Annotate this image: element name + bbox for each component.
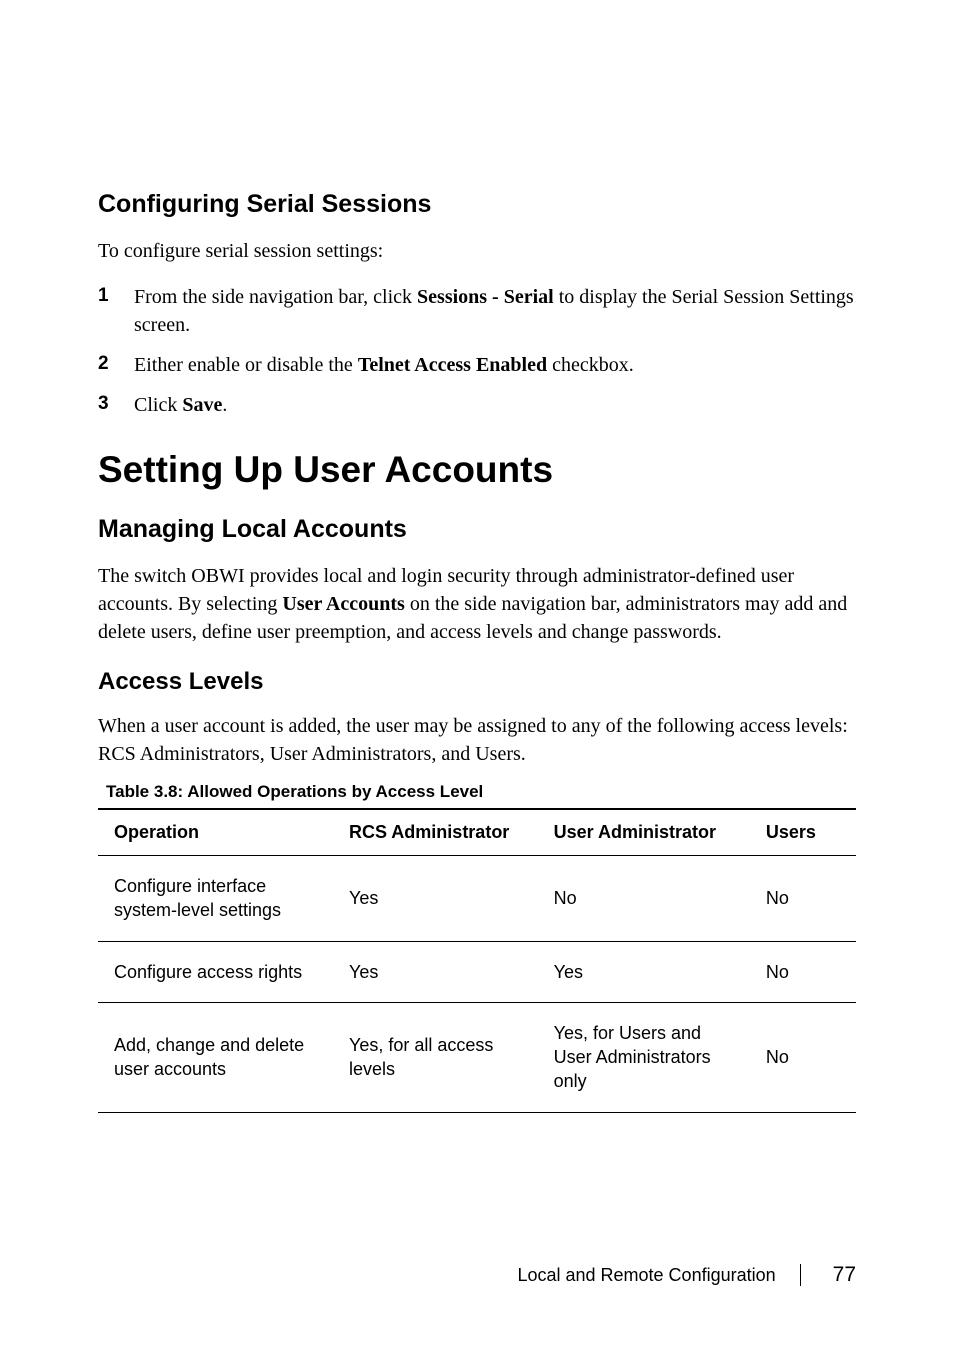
table-cell: Yes [333,856,538,942]
step-text-post: checkbox. [547,354,634,376]
step-text-bold: Save [182,394,222,416]
table-cell: No [750,941,856,1002]
footer-chapter-title: Local and Remote Configuration [517,1265,775,1286]
section-heading-managing-local-accounts: Managing Local Accounts [98,515,856,544]
step-number: 1 [98,283,134,310]
page-footer: Local and Remote Configuration 77 [517,1263,856,1287]
step-text-pre: Click [134,394,182,416]
table-caption: Table 3.8: Allowed Operations by Access … [98,782,856,802]
step-body: Either enable or disable the Telnet Acce… [134,351,856,379]
steps-list: 1 From the side navigation bar, click Se… [98,283,856,419]
main-heading: Setting Up User Accounts [98,449,856,491]
table-header-users: Users [750,809,856,856]
table-header-user-admin: User Administrator [538,809,750,856]
access-levels-paragraph: When a user account is added, the user m… [98,712,856,768]
step-text-bold: Telnet Access Enabled [358,354,547,376]
access-levels-table: Operation RCS Administrator User Adminis… [98,808,856,1113]
footer-separator [800,1264,801,1286]
table-cell: Yes [538,941,750,1002]
step-body: From the side navigation bar, click Sess… [134,283,856,339]
step-text-pre: From the side navigation bar, click [134,286,417,308]
table-cell: No [538,856,750,942]
footer-page-number: 77 [833,1263,856,1287]
table-cell: Yes, for Users and User Administrators o… [538,1002,750,1112]
table-row: Configure interface system-level setting… [98,856,856,942]
table-cell: Yes [333,941,538,1002]
table-header-rcs-admin: RCS Administrator [333,809,538,856]
step-number: 2 [98,351,134,378]
intro-text: To configure serial session settings: [98,237,856,265]
managing-accounts-paragraph: The switch OBWI provides local and login… [98,562,856,646]
table-cell: Configure interface system-level setting… [98,856,333,942]
section-heading-configuring-serial-sessions: Configuring Serial Sessions [98,190,856,219]
table-cell: Yes, for all access levels [333,1002,538,1112]
step-text-pre: Either enable or disable the [134,354,358,376]
step-text-bold: Sessions - Serial [417,286,554,308]
para-bold: User Accounts [282,593,404,615]
table-cell: No [750,856,856,942]
table-cell: Add, change and delete user accounts [98,1002,333,1112]
step-body: Click Save. [134,391,856,419]
table-cell: Configure access rights [98,941,333,1002]
section-heading-access-levels: Access Levels [98,668,856,696]
table-header-row: Operation RCS Administrator User Adminis… [98,809,856,856]
step-text-post: . [222,394,227,416]
table-cell: No [750,1002,856,1112]
step-number: 3 [98,391,134,418]
table-row: Add, change and delete user accounts Yes… [98,1002,856,1112]
table-row: Configure access rights Yes Yes No [98,941,856,1002]
table-header-operation: Operation [98,809,333,856]
